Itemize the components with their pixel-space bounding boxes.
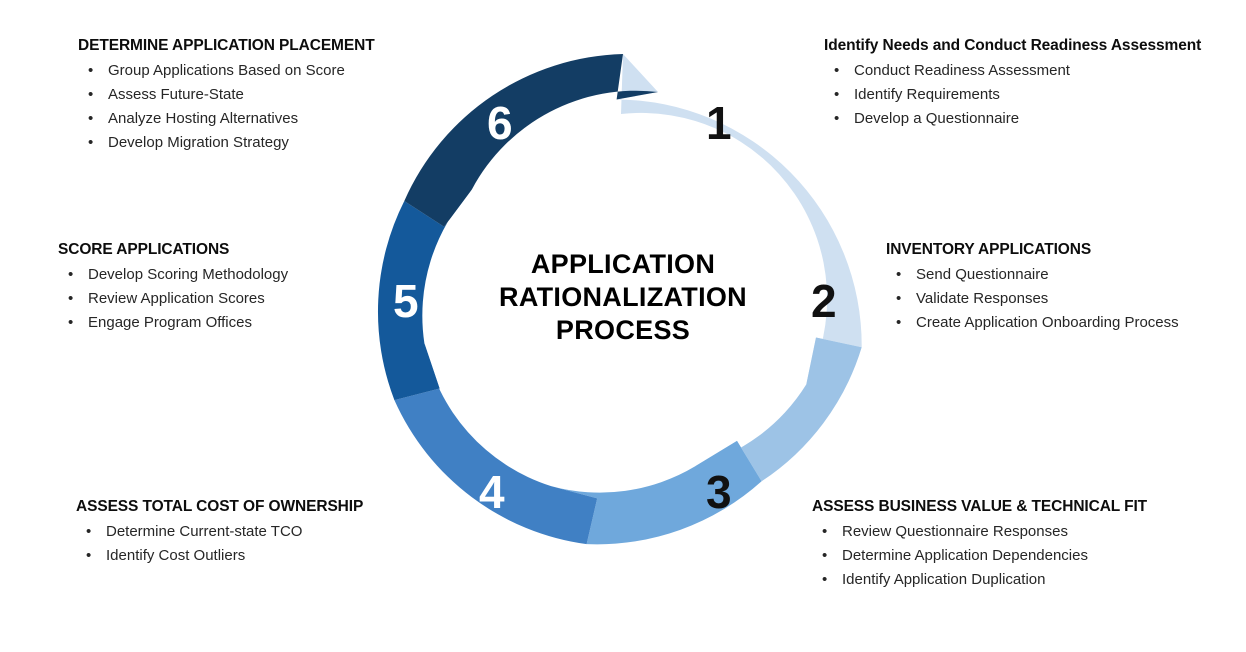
step-block-2: INVENTORY APPLICATIONS • Send Questionnai…	[886, 240, 1236, 335]
list-item: • Review Application Scores	[58, 287, 408, 311]
bullet-icon: •	[896, 266, 902, 284]
bullet-icon: •	[88, 133, 94, 151]
bullet-icon: •	[834, 109, 840, 127]
step-heading-3: ASSESS BUSINESS VALUE & TECHNICAL FIT	[812, 498, 1148, 515]
step-heading-4: ASSESS TOTAL COST OF OWNERSHIP	[76, 498, 364, 515]
list-item: • Analyze Hosting Alternatives	[78, 107, 478, 131]
bullet-icon: •	[68, 290, 74, 308]
bullet-icon: •	[68, 266, 74, 284]
wheel-number-1: 1	[706, 97, 732, 149]
step-heading-1: Identify Needs and Conduct Readiness Ass…	[824, 37, 1202, 54]
list-item: • Identify Cost Outliers	[76, 544, 456, 568]
list-item: • Determine Current-state TCO	[76, 520, 456, 544]
bullet-icon: •	[822, 523, 828, 541]
bullet-icon: •	[88, 109, 94, 127]
list-item: • Group Applications Based on Score	[78, 59, 478, 83]
list-item: • Create Application Onboarding Process	[886, 311, 1236, 335]
bullet-icon: •	[822, 547, 828, 565]
bullet-icon: •	[88, 86, 94, 104]
bullet-icon: •	[88, 62, 94, 80]
bullet-icon: •	[834, 62, 840, 80]
application-rationalization-diagram: 1 2 3 4 5 6 APPLICATION RATIONALIZATION …	[0, 0, 1246, 652]
step-bullets-5: • Develop Scoring Methodology • Review App…	[58, 263, 408, 334]
step-bullets-1: • Conduct Readiness Assessment • Identify …	[824, 59, 1214, 130]
wheel-number-4: 4	[479, 466, 505, 518]
list-item: • Develop Scoring Methodology	[58, 263, 408, 287]
list-item: • Engage Program Offices	[58, 311, 408, 335]
list-item: • Conduct Readiness Assessment	[824, 59, 1214, 83]
list-item: • Validate Responses	[886, 287, 1236, 311]
step-block-5: SCORE APPLICATIONS • Develop Scoring Meth…	[58, 240, 408, 335]
bullet-icon: •	[86, 547, 92, 565]
step-bullets-3: • Review Questionnaire Responses • Determi…	[812, 520, 1232, 591]
step-block-3: ASSESS BUSINESS VALUE & TECHNICAL FIT • R…	[812, 497, 1232, 592]
center-title: APPLICATION RATIONALIZATION PROCESS	[453, 248, 793, 347]
center-title-line-3: PROCESS	[555, 314, 691, 345]
bullet-icon: •	[896, 290, 902, 308]
bullet-icon: •	[68, 313, 74, 331]
bullet-icon: •	[896, 313, 902, 331]
step-heading-6: DETERMINE APPLICATION PLACEMENT	[78, 37, 375, 54]
list-item: • Develop Migration Strategy	[78, 131, 478, 155]
step-block-4: ASSESS TOTAL COST OF OWNERSHIP • Determin…	[76, 497, 456, 568]
bullet-icon: •	[822, 570, 828, 588]
step-bullets-2: • Send Questionnaire • Validate Responses …	[886, 263, 1236, 334]
list-item: • Send Questionnaire	[886, 263, 1236, 287]
wheel-number-6: 6	[487, 97, 513, 149]
step-heading-5: SCORE APPLICATIONS	[58, 241, 230, 258]
list-item: • Determine Application Dependencies	[812, 544, 1232, 568]
list-item: • Review Questionnaire Responses	[812, 520, 1232, 544]
step-bullets-4: • Determine Current-state TCO • Identify C…	[76, 520, 456, 567]
center-title-line-1: APPLICATION	[530, 249, 716, 279]
bullet-icon: •	[834, 86, 840, 104]
list-item: • Identify Application Duplication	[812, 568, 1232, 592]
bullet-icon: •	[86, 523, 92, 541]
list-item: • Assess Future-State	[78, 83, 478, 107]
wheel-number-3: 3	[706, 466, 732, 518]
step-block-1: Identify Needs and Conduct Readiness Ass…	[824, 36, 1214, 131]
center-title-line-2: RATIONALIZATION	[499, 281, 747, 312]
step-block-6: DETERMINE APPLICATION PLACEMENT • Group A…	[78, 36, 478, 154]
step-heading-2: INVENTORY APPLICATIONS	[886, 241, 1092, 258]
step-bullets-6: • Group Applications Based on Score • Asse…	[78, 59, 478, 154]
wheel-number-2: 2	[811, 275, 837, 327]
list-item: • Develop a Questionnaire	[824, 107, 1214, 131]
list-item: • Identify Requirements	[824, 83, 1214, 107]
